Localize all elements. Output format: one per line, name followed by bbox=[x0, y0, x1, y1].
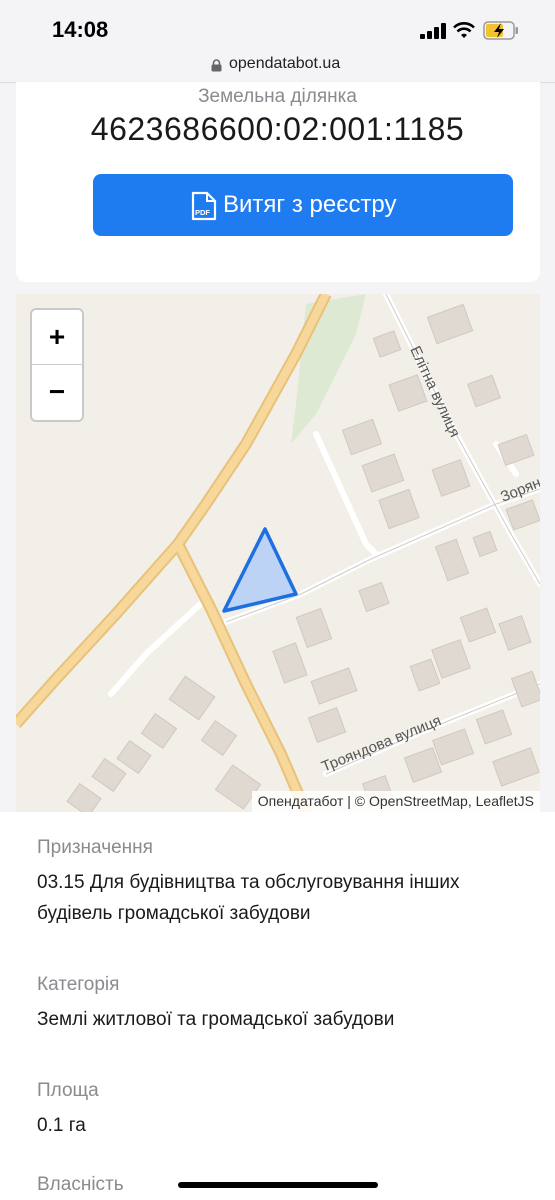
map[interactable]: Елітна вулиця Трояндова вулиця Зоряна + … bbox=[16, 294, 540, 812]
area-label: Площа bbox=[37, 1080, 99, 1101]
pdf-file-icon: PDF bbox=[191, 191, 217, 221]
purpose-label: Призначення bbox=[37, 837, 153, 858]
status-bar: 14:08 bbox=[0, 0, 555, 52]
zoom-out-button[interactable]: − bbox=[32, 365, 82, 419]
cadastral-number: 4623686600:02:001:1185 bbox=[90, 111, 465, 147]
street-label-zoriana: Зоряна bbox=[498, 471, 540, 506]
parcel-details: Призначення 03.15 Для будівництва та обс… bbox=[0, 812, 555, 1200]
wifi-icon bbox=[453, 22, 475, 38]
zoom-in-button[interactable]: + bbox=[32, 310, 82, 365]
browser-url-bar[interactable]: opendatabot.ua bbox=[0, 52, 555, 83]
map-park bbox=[291, 294, 366, 444]
signal-icon bbox=[420, 23, 446, 39]
home-indicator[interactable] bbox=[178, 1182, 378, 1188]
battery-charging-icon bbox=[483, 21, 518, 40]
category-value: Землі житлової та громадської забудови bbox=[37, 1009, 395, 1030]
url-text[interactable]: opendatabot.ua bbox=[229, 55, 340, 73]
registry-extract-label: Витяг з реєстру bbox=[223, 191, 397, 218]
map-canvas[interactable]: Елітна вулиця Трояндова вулиця Зоряна bbox=[16, 294, 540, 812]
ownership-label: Власність bbox=[37, 1174, 124, 1195]
map-attribution[interactable]: Опендатабот | © OpenStreetMap, LeafletJS bbox=[251, 791, 540, 812]
area-value: 0.1 га bbox=[37, 1115, 86, 1136]
parcel-type-label: Земельна ділянка bbox=[198, 86, 357, 107]
registry-extract-button[interactable]: PDF Витяг з реєстру bbox=[93, 174, 513, 236]
category-label: Категорія bbox=[37, 974, 120, 995]
lock-icon bbox=[211, 59, 222, 72]
purpose-value: 03.15 Для будівництва та обслуговування … bbox=[37, 872, 460, 924]
svg-text:PDF: PDF bbox=[195, 208, 210, 217]
zoom-control: + − bbox=[30, 308, 84, 422]
status-time: 14:08 bbox=[52, 17, 109, 42]
